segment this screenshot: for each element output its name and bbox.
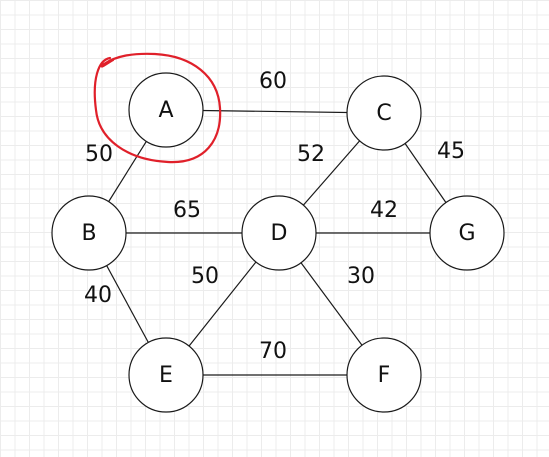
node-c: C [346, 75, 422, 151]
node-f: F [346, 337, 422, 413]
node-label: A [158, 98, 173, 123]
edge-weight-d-g: 42 [370, 198, 398, 223]
node-e: E [128, 337, 204, 413]
edge-weight-c-d: 52 [297, 142, 325, 167]
node-b: B [51, 195, 127, 271]
edge-weight-d-e: 50 [191, 264, 219, 289]
edge-weight-c-g: 45 [437, 139, 465, 164]
edge-weight-b-e: 40 [84, 283, 112, 308]
edge-weight-e-f: 70 [259, 339, 287, 364]
node-a: A [128, 72, 204, 148]
node-label: E [159, 363, 173, 388]
node-g: G [429, 195, 505, 271]
node-label: F [378, 363, 391, 388]
edge-weight-d-f: 30 [347, 264, 375, 289]
edge-weight-a-b: 50 [85, 142, 113, 167]
node-label: C [376, 101, 391, 126]
node-label: G [458, 221, 475, 246]
node-d: D [241, 195, 317, 271]
edge-weight-b-d: 65 [173, 198, 201, 223]
edge-weight-a-c: 60 [259, 69, 287, 94]
graph-diagram: A B C D E F G 60 50 65 52 45 42 40 50 30 70 [51, 52, 505, 413]
node-label: D [271, 221, 288, 246]
node-label: B [81, 221, 96, 246]
